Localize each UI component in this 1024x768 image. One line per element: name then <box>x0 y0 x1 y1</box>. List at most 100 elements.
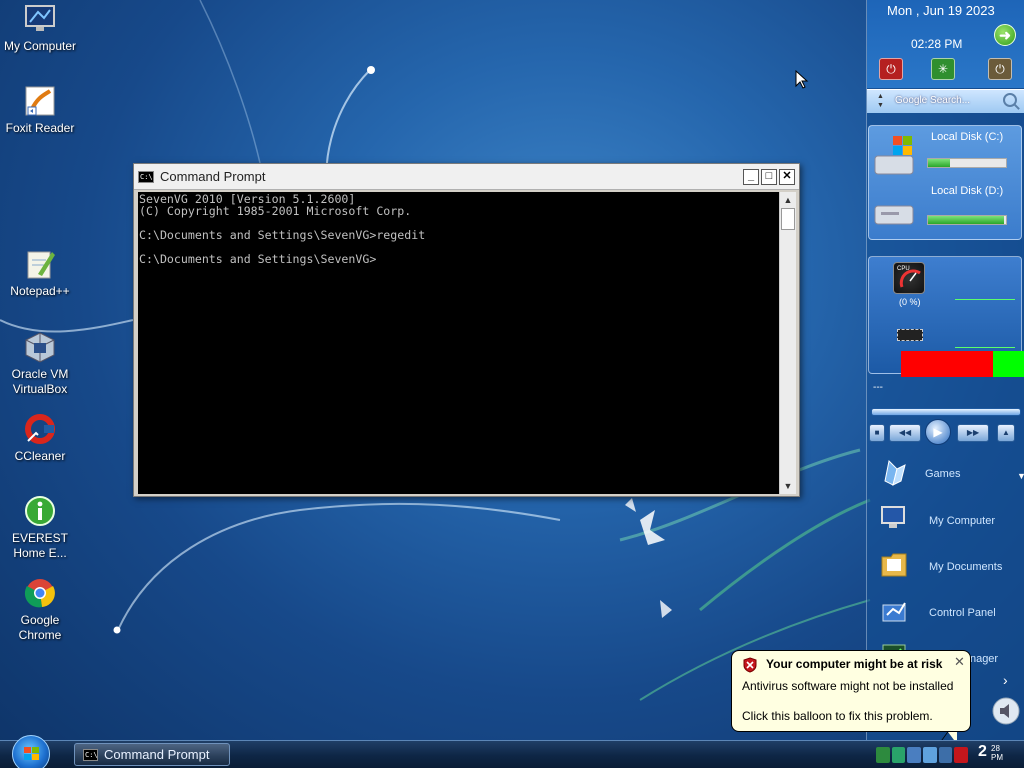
chevron-down-icon[interactable]: ▼ <box>1017 471 1024 481</box>
launcher-label: Control Panel <box>929 607 996 619</box>
window-title: Command Prompt <box>160 169 266 184</box>
windows-logo-icon <box>24 747 39 760</box>
command-prompt-icon: C:\ <box>138 170 154 183</box>
monitor-icon <box>23 2 57 36</box>
network-icon[interactable] <box>876 747 890 763</box>
desktop-icon-ccleaner[interactable]: CCleaner <box>0 412 80 464</box>
disk-d-label: Local Disk (D:) <box>931 185 1004 197</box>
desktop-icon-google-chrome[interactable]: Google Chrome <box>0 576 80 643</box>
scroll-up-arrow-icon[interactable]: ▲ <box>780 192 796 208</box>
desktop-icon-label: EVEREST Home E... <box>11 531 68 560</box>
disk-d-usage-bar <box>927 215 1007 225</box>
desktop-icon-label: My Computer <box>3 39 77 53</box>
launcher-item-control-panel[interactable]: Control Panel <box>875 593 1024 633</box>
console-line: C:\Documents and Settings\SevenVG>regedi… <box>139 228 426 242</box>
notepad-plus-plus-icon <box>23 247 57 281</box>
balloon-action-text: Click this balloon to fix this problem. <box>742 709 933 723</box>
clock-minutes-ampm: 28 PM <box>991 744 1003 762</box>
system-tray <box>876 745 969 765</box>
desktop-icon-my-computer[interactable]: My Computer <box>0 2 80 54</box>
power-icon[interactable]: ⏻ <box>988 58 1012 80</box>
desktop-icon-everest[interactable]: EVEREST Home E... <box>0 494 80 561</box>
tray-display-icon[interactable] <box>907 747 922 763</box>
cpu-percent: (0 %) <box>899 297 921 307</box>
console-line: C:\Documents and Settings\SevenVG> <box>139 252 377 266</box>
player-seek-bar[interactable] <box>871 408 1021 416</box>
shutdown-icon[interactable]: ⏻ <box>879 58 903 80</box>
sidebar-time: 02:28 PM <box>911 37 963 51</box>
security-notification-balloon[interactable]: Your computer might be at risk ✕ Antivir… <box>731 650 971 744</box>
maximize-button[interactable]: □ <box>761 168 777 185</box>
scroll-arrows-icon[interactable]: ▲ ▼ <box>877 92 884 110</box>
desktop-icon-label: CCleaner <box>14 449 66 463</box>
balloon-close-button[interactable]: ✕ <box>954 654 965 670</box>
taskbar-button-command-prompt[interactable]: C:\ Command Prompt <box>74 743 230 766</box>
console-line: (C) Copyright 1985-2001 Microsoft Corp. <box>139 204 412 218</box>
tray-monitor-icon[interactable] <box>923 747 937 763</box>
chrome-icon <box>23 576 57 610</box>
taskbar-clock[interactable]: 2 28 PM <box>978 743 1003 762</box>
volume-icon[interactable] <box>991 696 1021 726</box>
scroll-down-arrow-icon[interactable]: ▼ <box>780 478 796 494</box>
clock-hour: 2 <box>978 743 987 760</box>
virtualbox-icon <box>23 330 57 364</box>
launcher-label: Games <box>925 468 961 480</box>
launcher-label: My Documents <box>929 561 1003 573</box>
info-icon <box>23 494 57 528</box>
vertical-scrollbar[interactable]: ▲ ▼ <box>779 192 796 494</box>
eject-icon[interactable]: ▲ <box>997 424 1015 442</box>
console-output[interactable]: SevenVG 2010 [Version 5.1.2600] (C) Copyr… <box>138 192 779 494</box>
sidebar-gadgets: Mon , Jun 19 2023 02:28 PM ➜ ⏻ ✳ ⏻ ▲ ▼ Go… <box>866 0 1024 740</box>
cpu-graph-line <box>955 299 1015 300</box>
minimize-button[interactable]: _ <box>743 168 759 185</box>
launcher-label: My Computer <box>929 515 996 527</box>
tray-chart-icon[interactable] <box>938 747 953 763</box>
command-prompt-icon: C:\ <box>83 748 98 761</box>
next-track-icon[interactable]: ▶▶ <box>957 424 989 442</box>
disk-c-usage-fill <box>928 159 950 167</box>
desktop-icon-notepad-plus-plus[interactable]: Notepad++ <box>0 247 80 299</box>
disk-c-usage-bar <box>927 158 1007 168</box>
google-search-gadget[interactable]: ▲ ▼ Google Search... <box>867 89 1024 113</box>
media-player-gadget: --- ■ ◀◀ ▶ ▶▶ ▲ <box>867 382 1024 450</box>
previous-track-icon[interactable]: ◀◀ <box>889 424 921 442</box>
disk-d-usage-fill <box>928 216 1004 224</box>
computer-icon <box>881 506 905 528</box>
chevron-right-icon[interactable]: › <box>1003 672 1008 688</box>
launcher-item-games[interactable]: Games ▼ <box>875 455 1024 495</box>
cpu-green-indicator <box>993 351 1024 377</box>
launcher-item-my-documents[interactable]: My Documents <box>875 547 1024 587</box>
launcher-item-my-computer[interactable]: My Computer <box>875 501 1024 541</box>
stop-icon[interactable]: ■ <box>869 424 885 442</box>
control-panel-icon <box>882 602 906 622</box>
clock-minutes: 28 <box>991 744 1000 753</box>
search-icon[interactable] <box>1003 93 1017 107</box>
command-prompt-window[interactable]: C:\ Command Prompt _ □ ✕ SevenVG 2010 [V… <box>133 163 800 497</box>
restart-icon[interactable]: ✳ <box>931 58 955 80</box>
security-shield-icon <box>743 657 757 673</box>
cpu-meter-gadget: CPU (0 %) <box>868 256 1024 377</box>
taskbar: C:\ Command Prompt 2 28 PM <box>0 735 1024 768</box>
memory-chip-icon <box>897 329 923 341</box>
close-button[interactable]: ✕ <box>779 168 795 185</box>
start-button[interactable] <box>12 735 50 768</box>
drive-icon <box>874 205 914 225</box>
tray-app-icon[interactable] <box>891 747 906 763</box>
window-titlebar[interactable]: C:\ Command Prompt _ □ ✕ <box>134 164 799 190</box>
documents-folder-icon <box>881 553 907 577</box>
foxit-reader-icon <box>23 84 57 118</box>
scrollbar-thumb[interactable] <box>781 208 795 230</box>
games-icon <box>884 459 906 486</box>
clock-ampm: PM <box>991 753 1003 762</box>
desktop-icon-label: Oracle VM VirtualBox <box>11 367 69 396</box>
arrow-right-icon[interactable]: ➜ <box>994 24 1016 46</box>
windows-drive-icon <box>874 136 914 175</box>
security-shield-icon[interactable] <box>954 747 969 763</box>
desktop-icon-foxit-reader[interactable]: Foxit Reader <box>0 84 80 136</box>
desktop-icon-label: Google Chrome <box>18 613 62 642</box>
mouse-pointer-icon <box>795 70 809 89</box>
search-input[interactable]: Google Search... <box>895 95 970 106</box>
play-icon[interactable]: ▶ <box>925 419 951 445</box>
desktop-icon-virtualbox[interactable]: Oracle VM VirtualBox <box>0 330 80 397</box>
memory-graph-line <box>955 347 1015 348</box>
